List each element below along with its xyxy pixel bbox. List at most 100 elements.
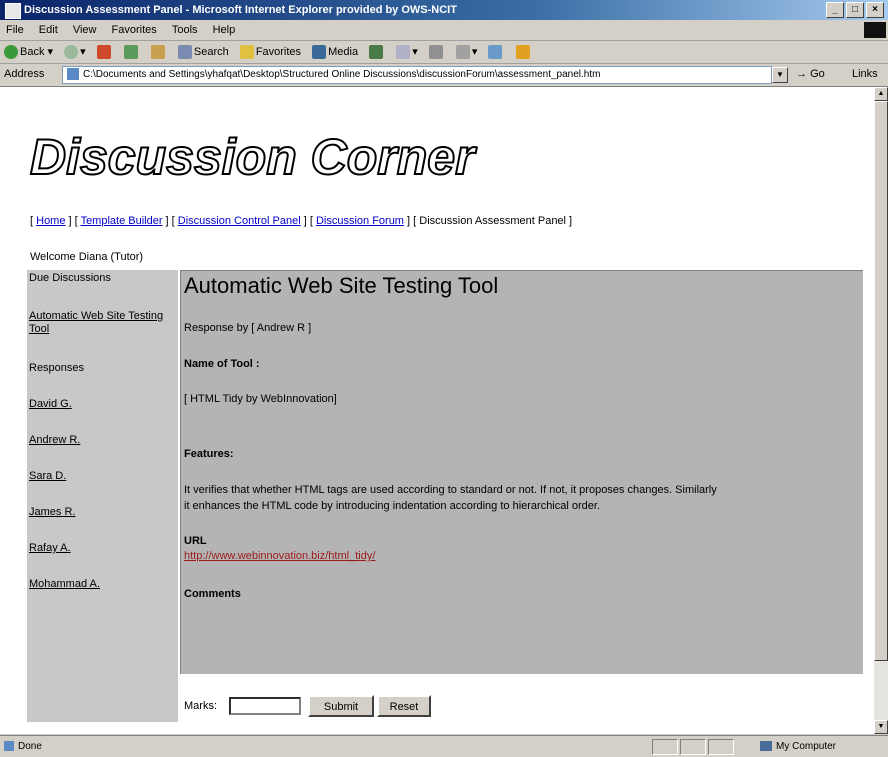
- nav-template-builder-link[interactable]: Template Builder: [81, 215, 163, 227]
- close-button[interactable]: ×: [866, 2, 884, 18]
- tool-name-label: Name of Tool :: [184, 358, 260, 370]
- stop-button[interactable]: [93, 41, 117, 63]
- scroll-up-button[interactable]: ▲: [874, 87, 888, 101]
- scroll-thumb[interactable]: [874, 101, 888, 661]
- media-icon: [312, 45, 327, 60]
- response-by: Response by [ Andrew R ]: [184, 322, 312, 334]
- back-arrow-icon: [4, 45, 18, 60]
- features-text-line-2: it enhances the HTML code by introducing…: [184, 500, 601, 512]
- links-button[interactable]: Links: [852, 68, 878, 80]
- stop-icon: [96, 45, 111, 60]
- history-button[interactable]: [365, 41, 389, 63]
- features-text-line-1: It verifies that whether HTML tags are u…: [184, 484, 717, 496]
- status-done: Done: [4, 736, 42, 757]
- windows-logo-icon: [864, 22, 886, 38]
- go-button[interactable]: → Go: [796, 68, 825, 80]
- response-link-andrew[interactable]: Andrew R.: [29, 434, 80, 446]
- response-link-david[interactable]: David G.: [29, 398, 72, 410]
- nav-forum-link[interactable]: Discussion Forum: [316, 215, 404, 227]
- history-icon: [369, 45, 384, 60]
- status-pane: [652, 739, 678, 755]
- nav-bracket: ] [: [403, 215, 420, 227]
- back-label: Back: [20, 46, 45, 58]
- nav-bracket: ] [: [162, 215, 178, 227]
- maximize-button[interactable]: □: [846, 2, 864, 18]
- menu-view[interactable]: View: [67, 20, 103, 40]
- media-label: Media: [328, 46, 359, 58]
- page-done-icon: [4, 741, 14, 752]
- search-button[interactable]: Search: [174, 41, 233, 63]
- forward-arrow-icon: [64, 45, 79, 60]
- window-title: Discussion Assessment Panel - Microsoft …: [24, 4, 457, 16]
- toolbar: Back ▾ ▾ Search Favorites Media ▾ ▾: [0, 41, 888, 64]
- address-bar: Address C:\Documents and Settings\yhafqa…: [0, 64, 888, 87]
- status-pane: [708, 739, 734, 755]
- features-label: Features:: [184, 448, 234, 460]
- favorites-label: Favorites: [255, 46, 302, 58]
- status-zone: My Computer: [760, 736, 836, 757]
- menu-help[interactable]: Help: [207, 20, 242, 40]
- response-heading: Automatic Web Site Testing Tool: [184, 273, 499, 298]
- ie-icon: [5, 3, 21, 19]
- menubar: File Edit View Favorites Tools Help: [0, 20, 888, 41]
- menu-favorites[interactable]: Favorites: [106, 20, 163, 40]
- response-link-sara[interactable]: Sara D.: [29, 470, 66, 482]
- home-button[interactable]: [147, 41, 171, 63]
- address-input[interactable]: C:\Documents and Settings\yhafqat\Deskto…: [62, 66, 772, 84]
- search-icon: [177, 45, 192, 60]
- discuss-icon: [488, 45, 503, 60]
- nav-bracket: ] [: [300, 215, 316, 227]
- forward-button[interactable]: ▾: [60, 41, 90, 63]
- print-icon: [428, 45, 443, 60]
- menu-edit[interactable]: Edit: [33, 20, 64, 40]
- favorites-button[interactable]: Favorites: [236, 41, 305, 63]
- my-computer-icon: [760, 741, 772, 752]
- refresh-icon: [123, 45, 138, 60]
- status-bar: Done My Computer: [0, 735, 888, 757]
- favorites-star-icon: [239, 45, 254, 60]
- mail-icon: [396, 45, 411, 60]
- vertical-scrollbar[interactable]: ▲ ▼: [874, 87, 888, 734]
- comments-label: Comments: [184, 588, 241, 600]
- nav-control-panel-link[interactable]: Discussion Control Panel: [178, 215, 301, 227]
- nav-home-link[interactable]: Home: [36, 215, 65, 227]
- address-url: C:\Documents and Settings\yhafqat\Deskto…: [83, 69, 601, 80]
- response-link-rafay[interactable]: Rafay A.: [29, 542, 71, 554]
- search-label: Search: [193, 46, 229, 58]
- menu-file[interactable]: File: [0, 20, 30, 40]
- status-text: Done: [18, 741, 42, 752]
- responses-heading: Responses: [29, 362, 85, 374]
- sidebar: Due Discussions Automatic Web Site Testi…: [27, 270, 178, 722]
- discuss-button[interactable]: [484, 41, 508, 63]
- site-nav: [ Home ] [ Template Builder ] [ Discussi…: [30, 215, 572, 227]
- page-icon: [67, 68, 79, 81]
- site-logo: Discussion Corner: [29, 128, 476, 186]
- edit-page-icon: [455, 45, 470, 60]
- response-link-james[interactable]: James R.: [29, 506, 75, 518]
- messenger-button[interactable]: [512, 41, 536, 63]
- print-button[interactable]: [425, 41, 449, 63]
- edit-button[interactable]: ▾: [452, 41, 482, 63]
- window-titlebar: Discussion Assessment Panel - Microsoft …: [0, 0, 888, 20]
- due-discussion-link[interactable]: Automatic Web Site Testing Tool: [29, 310, 169, 336]
- back-button[interactable]: Back ▾: [0, 41, 57, 63]
- tool-url-link[interactable]: http://www.webinnovation.biz/html_tidy/: [184, 550, 375, 562]
- status-zone-text: My Computer: [776, 741, 837, 752]
- address-label: Address: [4, 68, 45, 80]
- marks-input[interactable]: [229, 697, 301, 715]
- media-button[interactable]: Media: [308, 41, 362, 63]
- response-link-mohammad[interactable]: Mohammad A.: [29, 578, 100, 590]
- address-dropdown-icon[interactable]: ▼: [772, 67, 788, 83]
- nav-bracket: ]: [566, 215, 573, 227]
- due-discussions-heading: Due Discussions: [29, 272, 111, 284]
- submit-button[interactable]: Submit: [308, 695, 374, 717]
- response-panel: Automatic Web Site Testing Tool Response…: [180, 270, 863, 674]
- reset-button[interactable]: Reset: [377, 695, 431, 717]
- minimize-button[interactable]: _: [826, 2, 844, 18]
- refresh-button[interactable]: [120, 41, 144, 63]
- menu-tools[interactable]: Tools: [166, 20, 204, 40]
- scroll-down-button[interactable]: ▼: [874, 720, 888, 734]
- nav-assessment-panel-current: Discussion Assessment Panel: [419, 215, 566, 227]
- mail-button[interactable]: ▾: [392, 41, 422, 63]
- tool-name-value: [ HTML Tidy by WebInnovation]: [184, 393, 337, 405]
